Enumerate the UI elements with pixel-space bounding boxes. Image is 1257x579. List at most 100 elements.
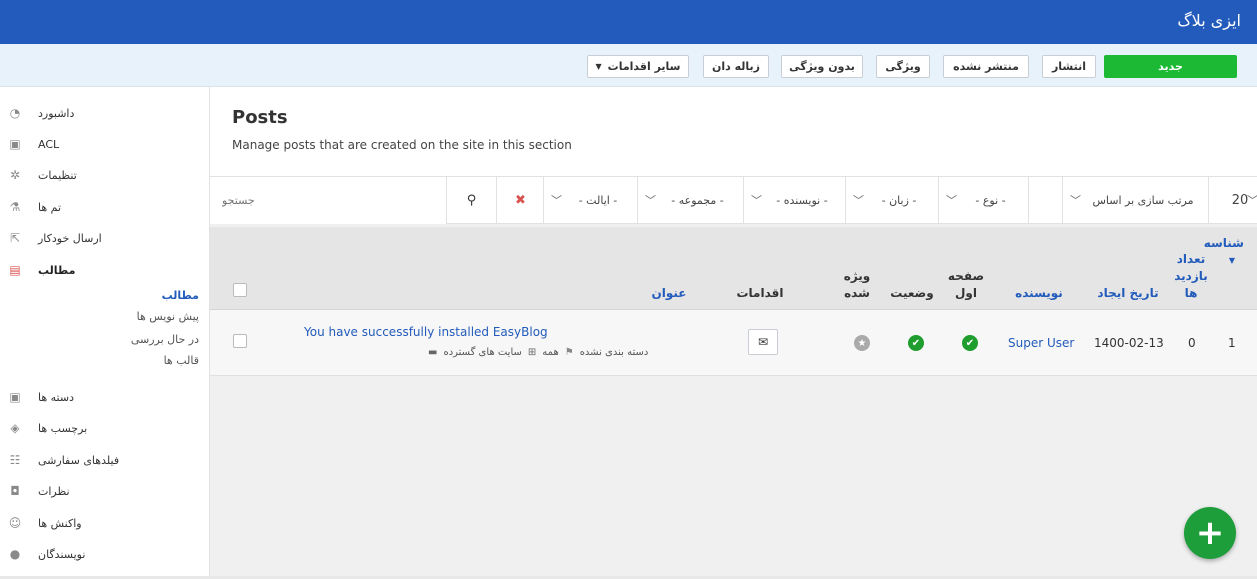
document-icon: ▤ <box>9 263 21 277</box>
sidebar-item-posts[interactable]: ▤ مطالب <box>8 260 75 280</box>
search-icon: ⚲ <box>466 193 477 208</box>
sidebar-item-autopost[interactable]: ⇱ ارسال خودکار <box>8 228 102 248</box>
column-author[interactable]: نویسنده <box>1010 285 1068 302</box>
chevron-down-icon: ﹀ <box>1070 194 1081 207</box>
user-icon: ● <box>9 547 21 561</box>
list-icon: ☷ <box>9 453 21 467</box>
notify-button[interactable]: ✉ <box>748 329 778 355</box>
sidebar-sub-posts[interactable]: مطالب <box>162 289 199 302</box>
share-icon: ⇱ <box>9 231 21 245</box>
sitemap-icon: ⊞ <box>527 347 537 358</box>
flag-icon: ⚑ <box>564 347 574 358</box>
column-id-label: شناسه <box>1203 236 1244 250</box>
more-actions-label: سایر اقدامات <box>607 60 681 73</box>
lock-icon: ▣ <box>9 137 21 151</box>
column-title[interactable]: عنوان <box>646 285 692 302</box>
category-label[interactable]: دسته بندی نشده <box>580 347 649 358</box>
smile-icon: ☺ <box>8 516 22 530</box>
featured-star-icon[interactable]: ★ <box>854 335 870 351</box>
page-header: Posts Manage posts that are created on t… <box>210 87 1257 176</box>
archive-icon: ▣ <box>9 390 21 404</box>
page-description: Manage posts that are created on the sit… <box>232 138 572 152</box>
post-id: 1 <box>1228 336 1236 350</box>
chevron-down-icon: ﹀ <box>946 194 957 207</box>
state-filter[interactable]: - ایالت - ﹀ <box>543 177 638 224</box>
unpublish-button[interactable]: منتشر نشده <box>943 55 1029 78</box>
sidebar-item-categories[interactable]: ▣ دسته ها <box>8 387 74 407</box>
sidebar-item-label: داشبورد <box>38 106 75 120</box>
clear-button[interactable]: ✖ <box>496 177 544 224</box>
sidebar-item-label: فیلدهای سفارشی <box>38 453 120 467</box>
author-filter[interactable]: - نویسنده - ﹀ <box>743 177 846 224</box>
sort-select[interactable]: مرتب سازی بر اساس ﹀ <box>1062 177 1209 224</box>
filter-spacer <box>1028 177 1063 224</box>
sidebar-item-comments[interactable]: ◘ نظرات <box>8 481 69 501</box>
feature-button[interactable]: ویژگی <box>876 55 930 78</box>
sidebar-item-themes[interactable]: ⚗ تم ها <box>8 197 61 217</box>
chevron-down-icon: ﹀ <box>645 194 656 207</box>
sidebar-item-label: ACL <box>38 137 60 151</box>
sidebar-item-acl[interactable]: ▣ ACL <box>8 134 59 154</box>
column-hits[interactable]: تعداد بازدید ها <box>1172 251 1210 302</box>
chevron-down-icon: ﹀ <box>551 194 562 207</box>
page-title: Posts <box>232 107 288 128</box>
table-header: عنوان اقدامات ویژه شده وضعیت صفحه اول نو… <box>210 227 1257 310</box>
sidebar-sub-templates[interactable]: قالب ها <box>164 354 199 367</box>
folder-icon: ▬ <box>428 347 438 358</box>
sidebar-item-authors[interactable]: ● نویسندگان <box>8 544 86 564</box>
hits-count: 0 <box>1188 336 1196 350</box>
sidebar-item-label: نویسندگان <box>38 547 86 561</box>
plus-icon: + <box>1195 513 1225 553</box>
column-id[interactable]: شناسه ▼ <box>1204 235 1244 269</box>
table-row: You have successfully installed EasyBlog… <box>210 310 1257 376</box>
search-input[interactable] <box>210 177 446 224</box>
caret-down-icon: ▼ <box>595 62 602 71</box>
sidebar-item-reactions[interactable]: ☺ واکنش ها <box>8 513 82 533</box>
sidebar-item-custom-fields[interactable]: ☷ فیلدهای سفارشی <box>8 450 119 470</box>
chevron-down-icon: ﹀ <box>1247 194 1257 207</box>
sidebar-item-dashboard[interactable]: ◔ داشبورد <box>8 103 75 123</box>
sidebar-item-label: واکنش ها <box>38 516 82 530</box>
frontpage-check-icon[interactable]: ✔ <box>962 335 978 351</box>
sidebar-item-label: تنظیمات <box>38 168 77 182</box>
new-post-button[interactable]: جدید <box>1104 55 1237 78</box>
app-title: ایزی بلاگ <box>1177 11 1241 30</box>
publish-button[interactable]: انتشار <box>1042 55 1096 78</box>
limit-select[interactable]: 20 ﹀ <box>1208 177 1257 224</box>
status-check-icon[interactable]: ✔ <box>908 335 924 351</box>
toolbar: جدید انتشار منتشر نشده ویژگی بدون ویژگی … <box>0 44 1257 87</box>
collection-filter[interactable]: - مجموعه - ﹀ <box>637 177 743 224</box>
post-title-link[interactable]: You have successfully installed EasyBlog <box>304 325 548 339</box>
more-actions-button[interactable]: سایر اقدامات ▼ <box>587 55 689 78</box>
select-all-checkbox[interactable] <box>233 283 247 297</box>
author-link[interactable]: Super User <box>1008 336 1074 350</box>
sort-desc-icon: ▼ <box>1228 256 1236 265</box>
envelope-icon: ✉ <box>757 335 769 349</box>
sidebar-item-tags[interactable]: ◈ برچسب ها <box>8 418 87 438</box>
main-content: Posts Manage posts that are created on t… <box>210 87 1257 579</box>
filter-bar: ⚲ ✖ - ایالت - ﹀ - مجموعه - ﹀ - نویسنده -… <box>210 176 1257 224</box>
sidebar-item-label: تم ها <box>38 200 62 214</box>
search-button[interactable]: ⚲ <box>446 177 496 224</box>
trash-button[interactable]: زباله دان <box>703 55 769 78</box>
row-checkbox[interactable] <box>233 334 247 348</box>
unfeature-button[interactable]: بدون ویژگی <box>781 55 863 78</box>
top-header: ایزی بلاگ <box>0 0 1257 44</box>
sidebar-sub-drafts[interactable]: پیش نویس ها <box>137 310 199 323</box>
column-created[interactable]: تاریخ ایجاد <box>1090 285 1166 302</box>
chevron-down-icon: ﹀ <box>853 194 864 207</box>
post-meta: دسته بندی نشده ⚑ همه ⊞ سایت های گسترده ▬ <box>428 347 648 358</box>
site-label: سایت های گسترده <box>443 347 522 358</box>
flask-icon: ⚗ <box>9 200 21 214</box>
sidebar-item-settings[interactable]: ✲ تنظیمات <box>8 165 77 185</box>
type-filter[interactable]: - نوع - ﹀ <box>938 177 1028 224</box>
sidebar-sub-pending[interactable]: در حال بررسی <box>131 333 199 346</box>
add-post-fab[interactable]: + <box>1184 507 1236 559</box>
created-date: 1400-02-13 <box>1094 336 1164 350</box>
gear-icon: ✲ <box>9 168 21 182</box>
dashboard-icon: ◔ <box>9 106 21 120</box>
sidebar-item-label: دسته ها <box>38 390 74 404</box>
close-icon: ✖ <box>515 193 526 208</box>
language-filter[interactable]: - زبان - ﹀ <box>845 177 938 224</box>
chevron-down-icon: ﹀ <box>751 194 762 207</box>
